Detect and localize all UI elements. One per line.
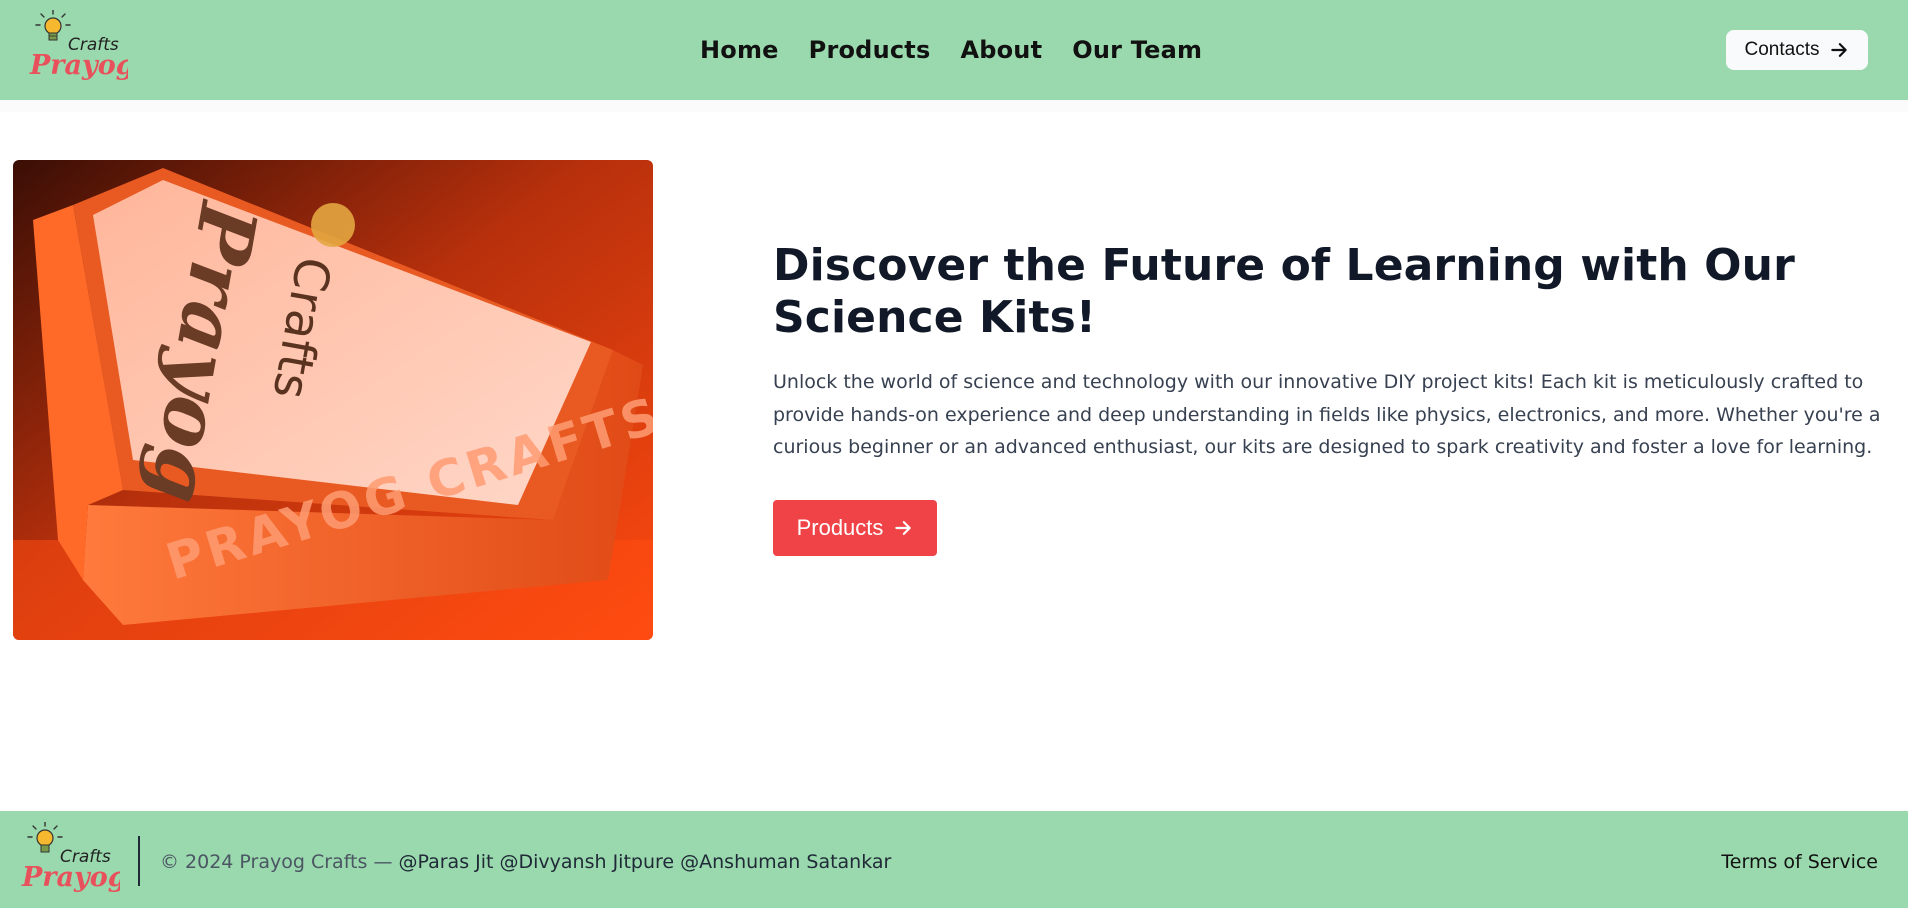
logo-word-bottom: Prayog	[29, 50, 128, 81]
hero-content: Discover the Future of Learning with Our…	[773, 240, 1883, 464]
products-cta-button[interactable]: Products	[773, 500, 937, 556]
arrow-right-icon	[1831, 43, 1848, 57]
contacts-button-label: Contacts	[1744, 39, 1820, 60]
nav-home[interactable]: Home	[700, 30, 779, 70]
products-cta-label: Products	[796, 515, 884, 540]
lightbulb-icon: Crafts Prayog	[21, 822, 120, 893]
main-nav: Home Products About Our Team	[700, 30, 1232, 70]
footer-divider	[138, 836, 140, 886]
footer-authors: @Paras Jit @Divyansh Jitpure @Anshuman S…	[398, 851, 892, 873]
brand-logo[interactable]: Crafts Prayog	[28, 10, 128, 90]
header-divider	[0, 100, 1908, 112]
nav-about[interactable]: About	[960, 30, 1042, 70]
hero-title: Discover the Future of Learning with Our…	[773, 240, 1795, 343]
footer-logo-word-bottom: Prayog	[21, 862, 120, 893]
footer-copyright: © 2024 Prayog Crafts — @Paras Jit @Divya…	[160, 848, 891, 876]
arrow-right-icon	[895, 521, 912, 535]
nav-our-team[interactable]: Our Team	[1072, 30, 1202, 70]
footer-logo[interactable]: Crafts Prayog	[20, 822, 120, 902]
nav-products[interactable]: Products	[809, 30, 931, 70]
hero-image: Crafts Prayog PRAYOG CRAFTS	[13, 160, 653, 640]
hero-description: Unlock the world of science and technolo…	[773, 371, 1881, 458]
terms-of-service-link[interactable]: Terms of Service	[1721, 848, 1878, 876]
contacts-button[interactable]: Contacts	[1726, 30, 1868, 70]
lightbulb-icon: Crafts Prayog	[29, 10, 128, 81]
product-box-photo: Crafts Prayog PRAYOG CRAFTS	[13, 160, 653, 640]
copyright-text: © 2024 Prayog Crafts —	[160, 851, 393, 873]
site-header: Crafts Prayog Home Products About Our Te…	[0, 0, 1908, 100]
